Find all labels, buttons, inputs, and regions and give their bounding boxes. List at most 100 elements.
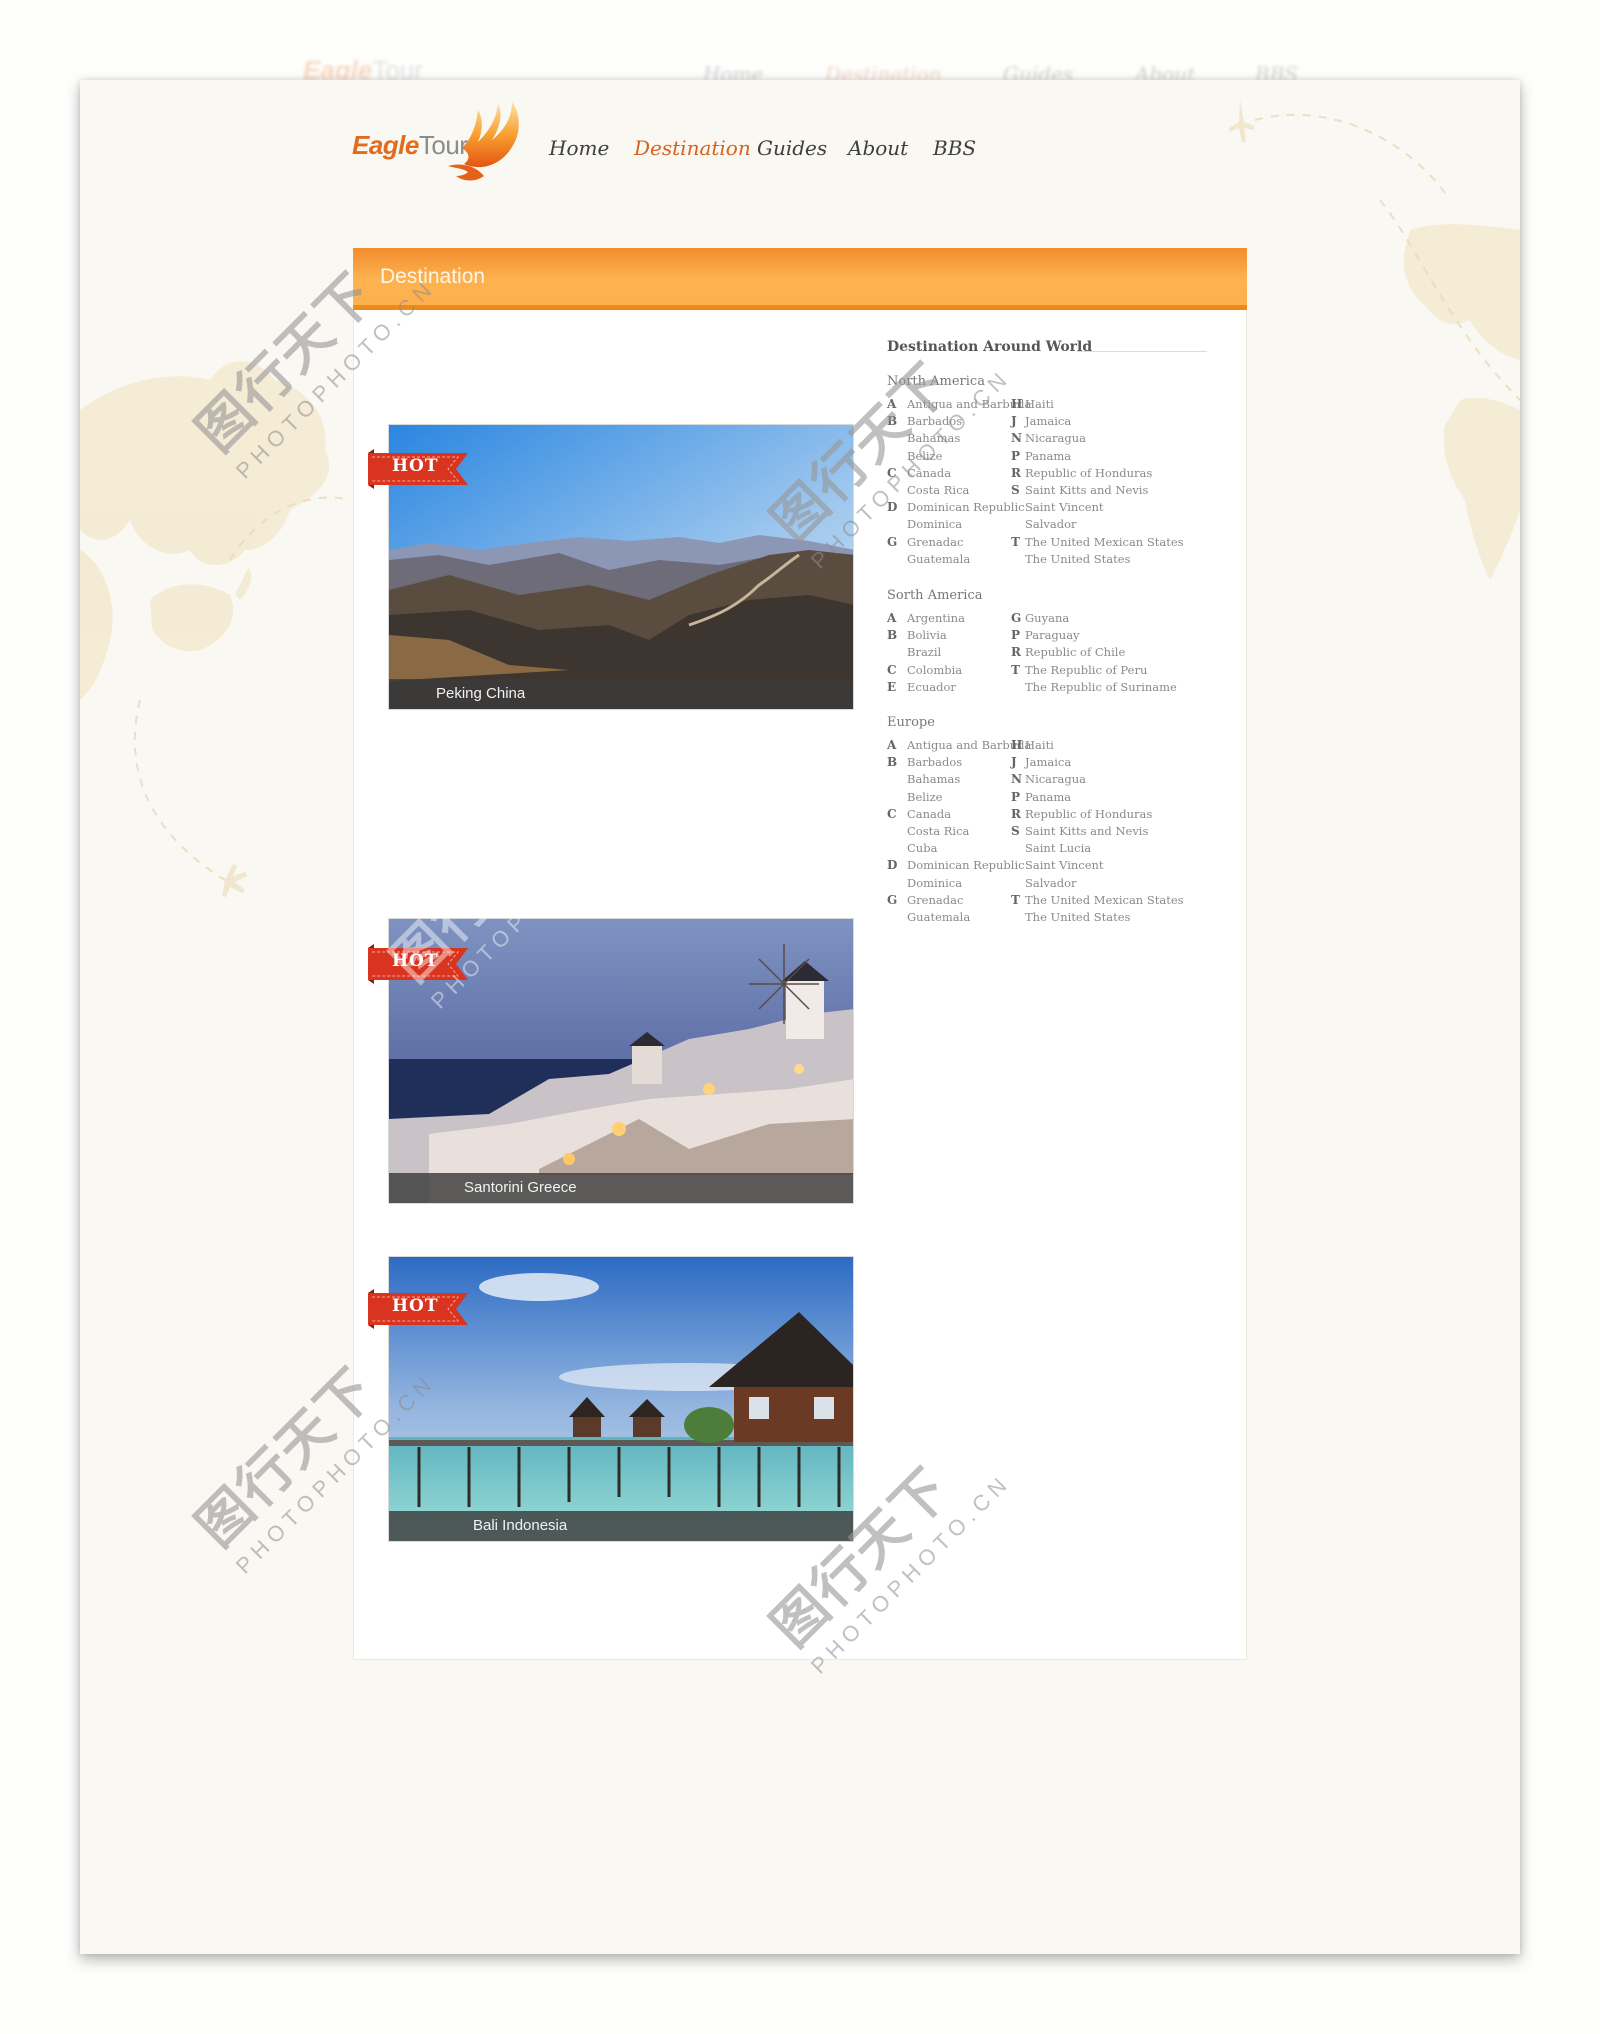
index-letter: N [1011,772,1022,787]
country-name: Nicaragua [1025,772,1087,787]
index-letter: R [1011,645,1021,660]
panel-header: Destination [353,248,1247,310]
country-name: The United States [1025,551,1131,566]
country-name: Colombia [907,662,963,677]
index-letter: H [1011,738,1023,752]
country-name: Bahamas [907,431,961,446]
index-letter: B [887,414,898,429]
destination-caption: Santorini Greece [389,1173,853,1203]
index-letter: E [887,679,897,694]
directory-title-divider [1077,351,1207,352]
index-letter: S [1011,824,1020,838]
country-name: Saint Vincent [1025,500,1104,515]
country-name: Saint Lucia [1025,841,1092,856]
country-name: Bahamas [907,772,961,787]
index-letter: G [887,534,898,549]
nav-destination[interactable]: Destination [634,136,751,160]
page-card: EagleTour Home Destination Guides About … [80,80,1520,1954]
country-name: Dominica [907,875,963,890]
header-reflection: EagleTour Home Destination Guides About … [0,0,1600,80]
hot-badge: HOT [392,951,439,971]
country-name: The United Mexican States [1025,534,1184,549]
country-name: Dominican Republic [907,500,1025,515]
country-name: Jamaica [1025,755,1072,770]
country-name: Dominica [907,517,963,532]
country-name: Haiti [1025,397,1054,411]
brand-logo[interactable]: EagleTour [352,130,468,161]
country-name: The Republic of Suriname [1025,679,1177,694]
country-name: Republic of Honduras [1025,465,1153,480]
index-letter: G [887,892,898,907]
country-name: Canada [907,806,952,821]
index-letter: A [887,397,897,411]
country-name: Ecuador [907,679,956,694]
country-name: Bolivia [907,628,947,643]
nav-reflection-about: About [1135,62,1196,80]
hot-badge: HOT [392,456,439,476]
index-letter: T [1011,534,1020,549]
country-name: Belize [907,789,943,804]
index-letter: C [887,465,897,480]
country-name: Barbados [907,414,963,429]
country-name: Saint Kitts and Nevis [1025,483,1149,497]
index-letter: P [1011,448,1021,463]
country-name: Salvador [1025,875,1077,890]
nav-reflection-destination: Destination [825,62,942,80]
index-letter: N [1011,431,1022,446]
directory-title: Destination Around World [887,339,1093,355]
index-letter: H [1011,397,1023,411]
logo-reflection: EagleTour [303,55,423,80]
country-name: Haiti [1025,738,1054,752]
panel-title: Destination [380,265,486,288]
index-letter: P [1011,628,1021,643]
country-name: Nicaragua [1025,431,1087,446]
country-name: Grenadac [907,892,964,907]
nav-guides[interactable]: Guides [757,136,827,160]
index-letter: C [887,662,897,677]
nav-home[interactable]: Home [549,136,609,160]
index-letter: D [887,500,898,515]
country-name: Barbados [907,755,963,770]
index-letter: A [887,738,897,752]
nav-reflection-bbs: BBS [1255,62,1299,80]
country-name: Paraguay [1025,628,1080,643]
destination-caption: Peking China [389,679,853,709]
nav-reflection-guides: Guides [1003,62,1074,80]
hot-badge: HOT [392,1296,439,1316]
country-name: Saint Vincent [1025,858,1104,873]
country-name: Republic of Chile [1025,645,1126,660]
destination-caption: Bali Indonesia [389,1511,853,1541]
index-letter: S [1011,483,1020,497]
index-letter: J [1011,755,1017,770]
country-name: Guyana [1025,611,1070,625]
country-name: Dominican Republic [907,858,1025,873]
index-letter: B [887,628,898,643]
country-name: Costa Rica [907,824,970,838]
country-name: Belize [907,448,943,463]
index-letter: R [1011,465,1021,480]
index-letter: T [1011,662,1020,677]
country-name: The United Mexican States [1025,892,1184,907]
index-letter: C [887,806,897,821]
country-name: Panama [1025,448,1072,463]
country-name: The United States [1025,910,1131,924]
country-name: Guatemala [907,910,971,924]
country-name: Canada [907,465,952,480]
region-title: Europe [887,715,935,730]
country-name: Costa Rica [907,483,970,497]
nav-reflection-home: Home [703,62,764,80]
nav-about[interactable]: About [848,136,908,160]
country-name: Brazil [907,645,942,660]
region-title: Sorth America [887,588,983,603]
index-letter: T [1011,892,1020,907]
destination-panel: Destination Peking China HOT Santorini G… [353,248,1247,1660]
index-letter: D [887,858,898,873]
index-letter: P [1011,789,1021,804]
index-letter: R [1011,806,1021,821]
country-name: Cuba [907,841,938,856]
country-name: The Republic of Peru [1025,662,1148,677]
region-title: North America [887,374,985,389]
index-letter: B [887,755,898,770]
nav-bbs[interactable]: BBS [933,136,976,160]
country-name: Republic of Honduras [1025,806,1153,821]
